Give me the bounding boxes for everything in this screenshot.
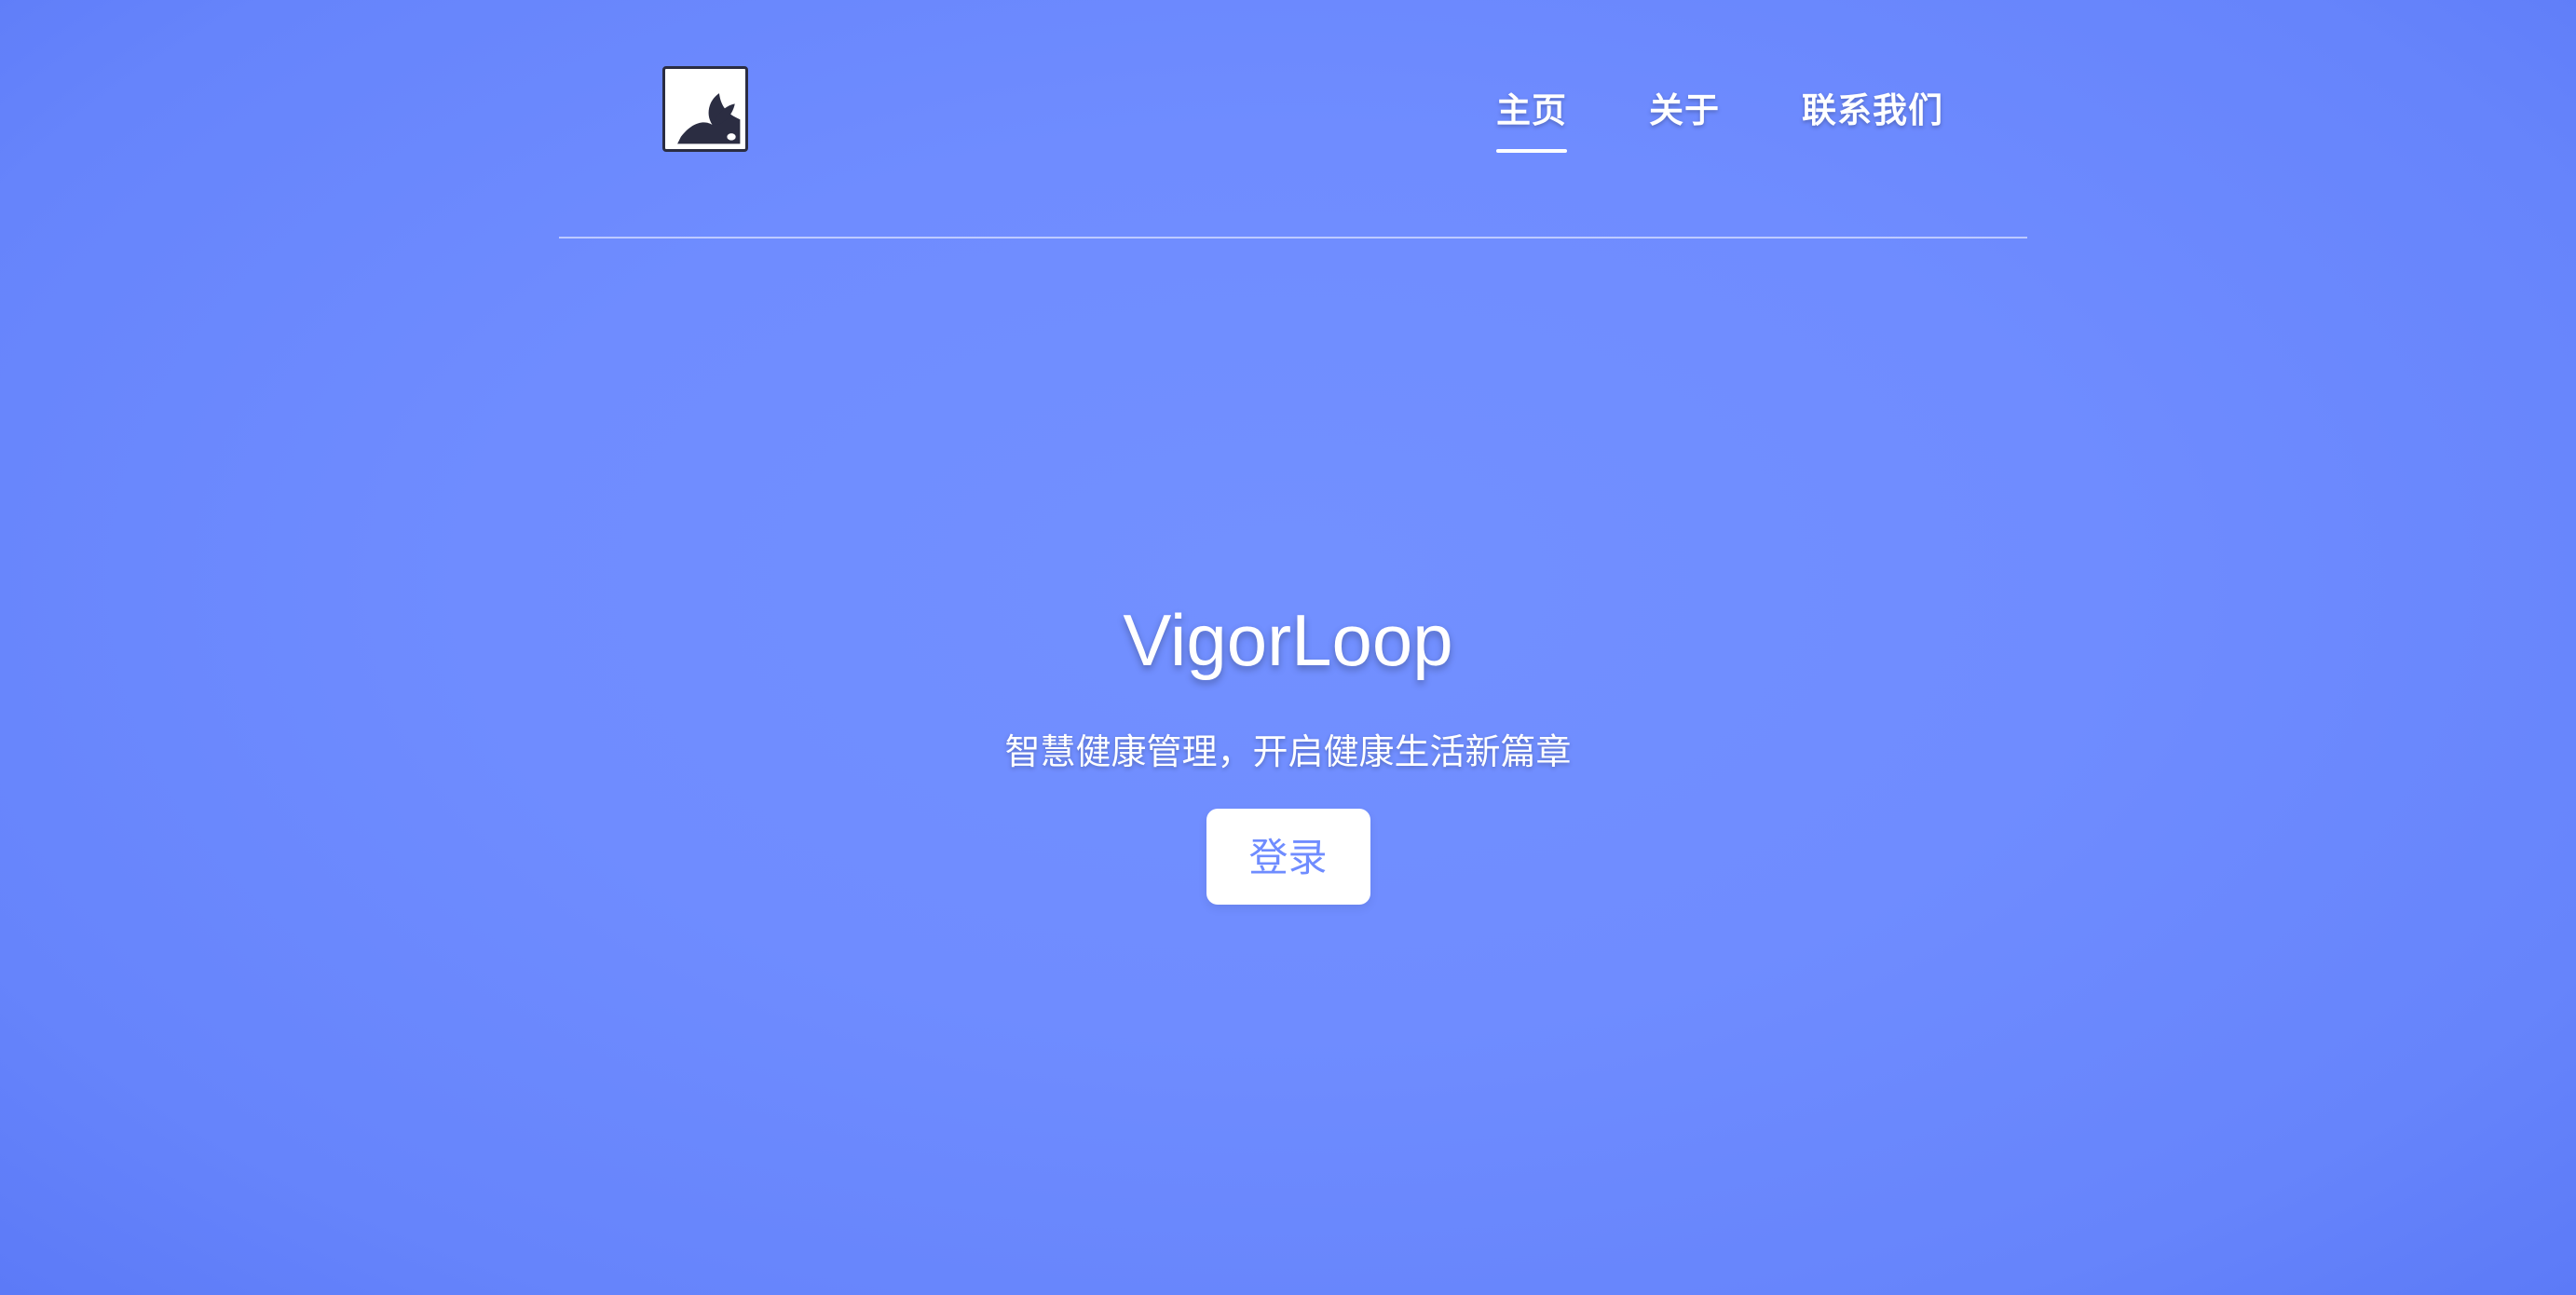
- login-button[interactable]: 登录: [1206, 809, 1370, 905]
- landing-page: 主页 关于 联系我们 VigorLoop 智慧健康管理，开启健康生活新篇章 登录: [0, 0, 2576, 1295]
- main-nav: 主页 关于 联系我们: [1496, 82, 1943, 153]
- hero-subtitle: 智慧健康管理，开启健康生活新篇章: [1004, 733, 1572, 772]
- site-header: 主页 关于 联系我们: [559, 0, 2027, 239]
- logo-icon[interactable]: [662, 66, 748, 152]
- nav-item-home[interactable]: 主页: [1496, 82, 1567, 153]
- hero-title: VigorLoop: [1123, 599, 1453, 681]
- hero-section: VigorLoop 智慧健康管理，开启健康生活新篇章 登录: [0, 589, 2576, 905]
- nav-item-about[interactable]: 关于: [1649, 82, 1720, 153]
- leaf-logo-graphic: [677, 93, 741, 144]
- nav-item-contact[interactable]: 联系我们: [1802, 82, 1943, 153]
